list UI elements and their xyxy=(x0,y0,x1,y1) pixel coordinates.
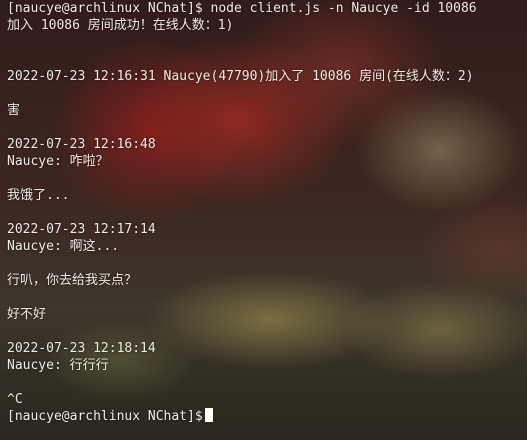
terminal-line: 加入 10086 房间成功！在线人数：1) xyxy=(7,18,234,33)
terminal-line: Naucye: 行行行 xyxy=(7,358,109,373)
shell-prompt: [naucye@archlinux NChat]$ xyxy=(7,409,203,424)
terminal-line: 好不好 xyxy=(7,307,47,322)
terminal-window[interactable]: [naucye@archlinux NChat]$ node client.js… xyxy=(7,0,527,440)
terminal-line: 害 xyxy=(7,103,21,118)
text-cursor xyxy=(204,408,213,422)
terminal-line: 2022-07-23 12:16:48 xyxy=(7,137,156,152)
terminal-line: 2022-07-23 12:18:14 xyxy=(7,341,156,356)
command-prompt-line[interactable]: [naucye@archlinux NChat]$ xyxy=(7,408,527,425)
terminal-line: [naucye@archlinux NChat]$ node client.js… xyxy=(7,1,477,16)
terminal-line: ^C xyxy=(7,392,23,407)
terminal-line: 行叭，你去给我买点？ xyxy=(7,273,138,288)
terminal-line: Naucye: 啊这... xyxy=(7,239,120,254)
terminal-line: 2022-07-23 12:17:14 xyxy=(7,222,156,237)
terminal-line: Naucye: 咋啦？ xyxy=(7,154,109,169)
terminal-line: 我饿了... xyxy=(7,188,70,203)
terminal-line: 2022-07-23 12:16:31 Naucye(47790)加入了 100… xyxy=(7,69,474,84)
